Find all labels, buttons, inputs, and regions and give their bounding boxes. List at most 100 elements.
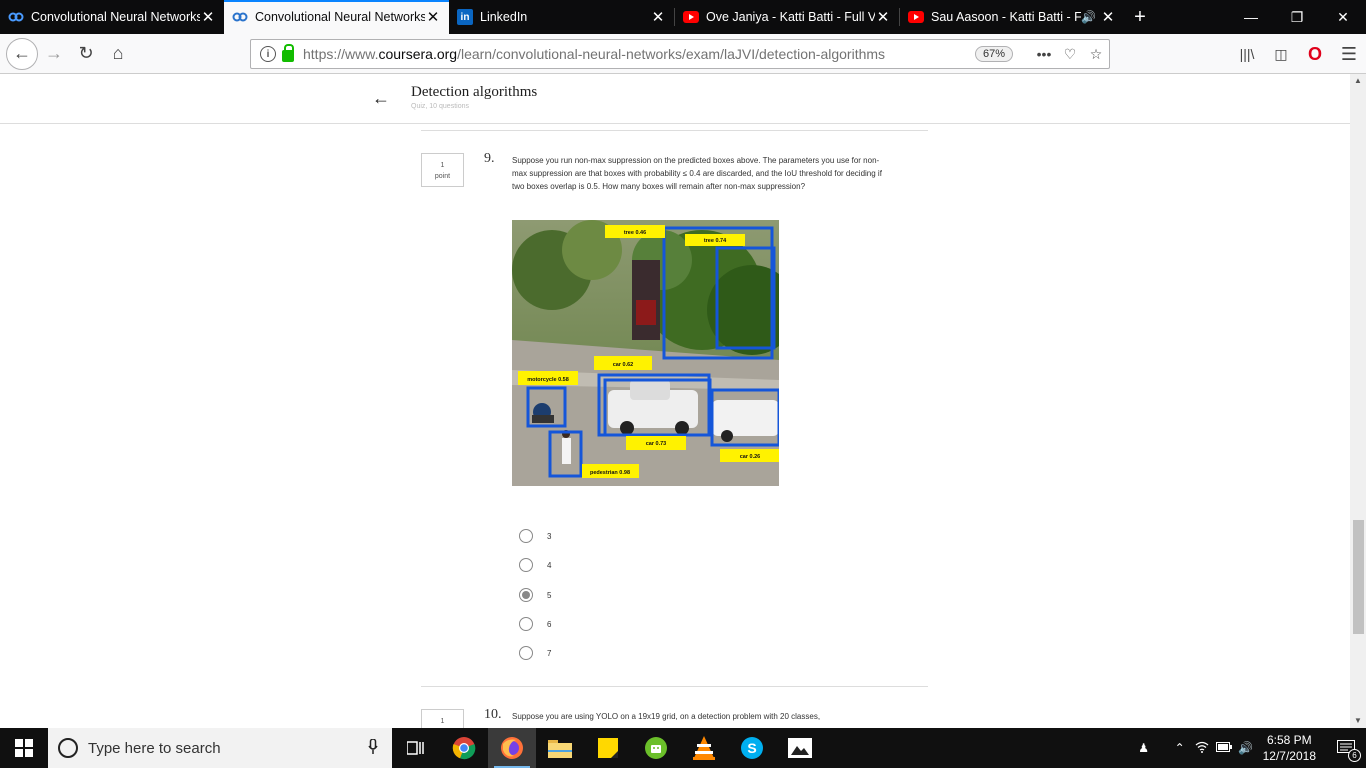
linkedin-icon: in	[457, 9, 473, 25]
bookmark-star-icon[interactable]: ☆	[1083, 46, 1109, 63]
info-icon[interactable]: i	[260, 46, 276, 62]
option-3[interactable]: 3	[519, 528, 551, 544]
tab-linkedin[interactable]: in LinkedIn ✕	[449, 0, 674, 34]
tab-coursera-1[interactable]: Convolutional Neural Networks ✕	[0, 0, 224, 34]
points-value: 1	[440, 162, 445, 169]
taskbar-search[interactable]: Type here to search	[48, 728, 392, 768]
youtube-icon	[908, 9, 924, 25]
sticky-notes-icon[interactable]	[584, 728, 632, 768]
windows-start-icon[interactable]	[0, 728, 48, 768]
radio-button[interactable]	[519, 646, 533, 660]
option-label: 4	[547, 560, 552, 570]
new-tab-button[interactable]: +	[1124, 0, 1156, 34]
opera-icon[interactable]: O	[1298, 38, 1332, 70]
restore-icon[interactable]: ❐	[1274, 0, 1320, 34]
clock-time: 6:58 PM	[1266, 733, 1312, 747]
close-icon[interactable]: ✕	[200, 8, 216, 26]
toolbar-right: |||\ ◫ O ☰	[1230, 34, 1366, 74]
points-box: 1	[421, 709, 464, 728]
action-center-icon[interactable]: 6	[1326, 728, 1366, 768]
close-icon[interactable]: ✕	[1100, 8, 1116, 26]
cortana-icon	[58, 738, 78, 758]
chrome-icon[interactable]	[440, 728, 488, 768]
label-car-062: car 0.62	[613, 362, 634, 368]
speaker-icon[interactable]: 🔊	[1081, 10, 1096, 24]
svg-text:S: S	[747, 740, 756, 756]
option-6[interactable]: 6	[519, 616, 551, 632]
skype-icon[interactable]: S	[728, 728, 776, 768]
address-bar[interactable]: i https://www.coursera.org/learn/convolu…	[250, 39, 1110, 69]
system-clock[interactable]: 6:58 PM 12/7/2018	[1263, 732, 1316, 764]
close-window-icon[interactable]: ✕	[1320, 0, 1366, 34]
scroll-up-icon[interactable]: ▲	[1350, 74, 1366, 88]
quiz-title: Detection algorithms	[411, 84, 538, 100]
reload-button[interactable]: ↻	[70, 38, 102, 70]
back-arrow-icon[interactable]: ←	[372, 88, 390, 109]
radio-button[interactable]	[519, 617, 533, 631]
forward-button[interactable]: →	[38, 38, 70, 70]
pocket-icon[interactable]: ♡	[1057, 46, 1083, 63]
firefox-icon[interactable]	[488, 728, 536, 768]
battery-icon[interactable]	[1213, 741, 1235, 755]
search-placeholder: Type here to search	[88, 739, 221, 757]
label-tree-046: tree 0.46	[624, 230, 646, 236]
detection-scene: tree 0.46 tree 0.74 car 0.62 motorcycle …	[512, 220, 779, 486]
url-text[interactable]: https://www.coursera.org/learn/convoluti…	[303, 46, 975, 62]
radio-button[interactable]	[519, 529, 533, 543]
sidebar-icon[interactable]: ◫	[1264, 38, 1298, 70]
option-label: 7	[547, 648, 552, 658]
home-button[interactable]: ⌂	[102, 38, 134, 70]
scroll-thumb[interactable]	[1353, 520, 1364, 634]
option-label: 3	[547, 531, 552, 541]
tab-youtube-2[interactable]: Sau Aasoon - Katti Batti - Full Video 🔊 …	[900, 0, 1124, 34]
tab-coursera-2[interactable]: Convolutional Neural Networks ✕	[224, 0, 449, 34]
label-tree-074: tree 0.74	[704, 238, 727, 244]
zoom-indicator[interactable]: 67%	[974, 46, 1013, 62]
option-7[interactable]: 7	[519, 645, 551, 661]
tab-title: Convolutional Neural Networks	[31, 10, 200, 24]
close-icon[interactable]: ✕	[650, 8, 666, 26]
page-scrollbar[interactable]: ▲ ▼	[1350, 74, 1366, 728]
wifi-icon[interactable]	[1191, 741, 1213, 756]
close-icon[interactable]: ✕	[875, 8, 891, 26]
url-path: /learn/convolutional-neural-networks/exa…	[457, 46, 886, 62]
lock-icon	[282, 44, 294, 62]
tab-youtube-1[interactable]: Ove Janiya - Katti Batti - Full Video ✕	[675, 0, 899, 34]
coursera-icon	[232, 9, 248, 25]
option-label: 6	[547, 619, 552, 629]
chevron-up-icon[interactable]: ⌃	[1169, 741, 1191, 755]
microphone-icon[interactable]	[368, 737, 378, 758]
radio-button[interactable]	[519, 558, 533, 572]
page-actions-icon[interactable]: •••	[1031, 46, 1057, 62]
tab-title: Sau Aasoon - Katti Batti - Full Video	[931, 10, 1082, 24]
quiz-subtitle: Quiz, 10 questions	[411, 103, 469, 110]
file-explorer-icon[interactable]	[536, 728, 584, 768]
notification-count: 6	[1348, 749, 1361, 762]
option-4[interactable]: 4	[519, 557, 551, 573]
page-content: ← Detection algorithms Quiz, 10 question…	[0, 74, 1350, 728]
tab-title: Ove Janiya - Katti Batti - Full Video	[706, 10, 875, 24]
tab-bar: Convolutional Neural Networks ✕ Convolut…	[0, 0, 1366, 34]
vlc-icon[interactable]	[680, 728, 728, 768]
close-icon[interactable]: ✕	[425, 8, 441, 26]
quiz-header: ← Detection algorithms Quiz, 10 question…	[0, 74, 1350, 124]
url-prefix: https://www.	[303, 46, 379, 62]
radio-button-selected[interactable]	[519, 588, 533, 602]
points-box: 1 point	[421, 153, 464, 187]
back-button[interactable]: ←	[6, 37, 38, 70]
url-domain: coursera.org	[378, 46, 458, 62]
android-app-icon[interactable]	[632, 728, 680, 768]
photos-icon[interactable]	[776, 728, 824, 768]
minimize-icon[interactable]: —	[1228, 0, 1274, 34]
scroll-down-icon[interactable]: ▼	[1350, 714, 1366, 728]
navigation-toolbar: ← → ↻ ⌂ i https://www.coursera.org/learn…	[0, 34, 1366, 74]
option-label: 5	[547, 590, 552, 600]
library-icon[interactable]: |||\	[1230, 38, 1264, 70]
question-number: 9.	[484, 151, 495, 166]
people-icon[interactable]: ♟	[1133, 741, 1155, 755]
menu-icon[interactable]: ☰	[1332, 38, 1366, 70]
tab-title: Convolutional Neural Networks	[255, 10, 425, 24]
task-view-icon[interactable]	[392, 728, 440, 768]
option-5[interactable]: 5	[519, 587, 551, 603]
volume-icon[interactable]: 🔊	[1235, 741, 1257, 755]
